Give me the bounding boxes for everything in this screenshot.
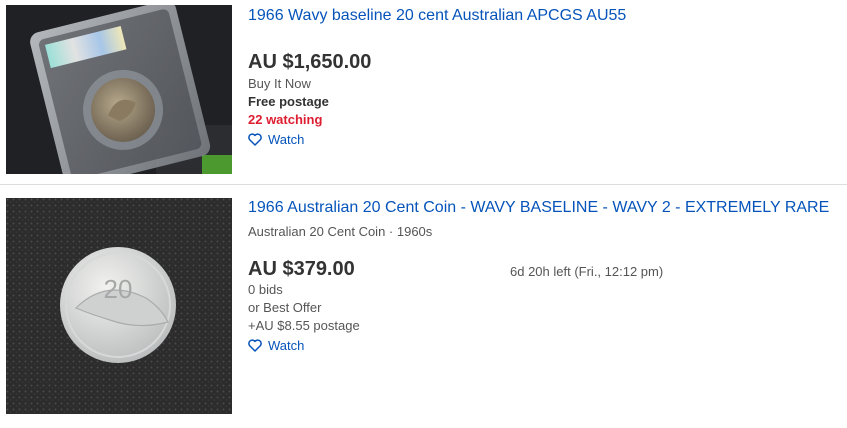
time-left: 6d 20h left (Fri., 12:12 pm) [510,264,664,279]
watch-button[interactable]: Watch [248,338,304,353]
item-thumbnail[interactable] [6,5,232,174]
watch-label: Watch [268,338,305,353]
best-offer: or Best Offer [248,300,322,315]
watch-label: Watch [268,132,305,147]
heart-icon [248,133,262,146]
purchase-format: Buy It Now [248,76,311,91]
result-divider [0,184,847,185]
search-result-item: 20 1966 Australian 20 Cent Coin - WAVY B… [0,186,847,428]
heart-icon [248,339,262,352]
item-price: AU $379.00 [248,258,355,280]
item-title-link[interactable]: 1966 Wavy baseline 20 cent Australian AP… [248,7,626,25]
item-thumbnail[interactable]: 20 [6,198,232,414]
item-subtitle: Australian 20 Cent Coin · 1960s [248,224,433,239]
coin-photo: 20 [6,198,232,414]
bid-count: 0 bids [248,282,283,297]
item-price: AU $1,650.00 [248,51,372,73]
coin-slab-photo [6,5,232,174]
postage-info: +AU $8.55 postage [248,318,360,333]
svg-text:20: 20 [104,274,133,304]
watch-button[interactable]: Watch [248,132,304,147]
search-result-item: 1966 Wavy baseline 20 cent Australian AP… [0,0,847,184]
postage-info: Free postage [248,94,329,109]
watching-count: 22 watching [248,112,323,127]
item-title-link[interactable]: 1966 Australian 20 Cent Coin - WAVY BASE… [248,199,829,217]
